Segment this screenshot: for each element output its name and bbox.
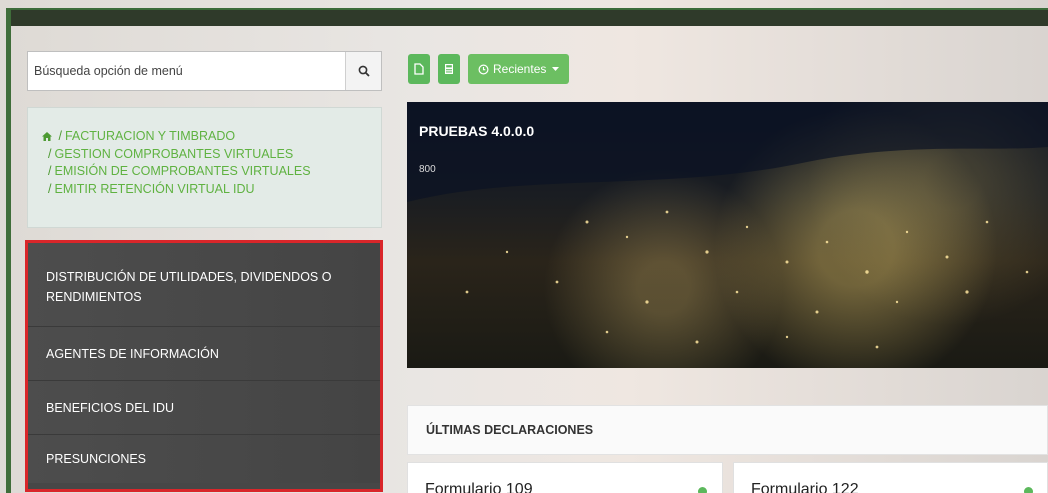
search-icon [358,65,370,77]
status-dot-icon [1024,487,1033,493]
top-nav-bar [8,8,1048,26]
menu-search-input[interactable] [28,52,345,90]
document-icon [414,63,424,75]
search-button[interactable] [345,52,381,90]
form-card-109[interactable]: Formulario 109 [407,462,723,493]
menu-item-label: PRESUNCIONES [46,452,147,466]
menu-item-distribucion[interactable]: DISTRIBUCIÓN DE UTILIDADES, DIVIDENDOS O… [28,243,380,327]
hero-banner: PRUEBAS 4.0.0.0 800 [407,102,1048,368]
menu-item-label: AGENTES DE INFORMACIÓN [46,347,219,361]
clock-icon [478,63,489,75]
menu-item-label: DISTRIBUCIÓN DE UTILIDADES, DIVIDENDOS O [46,270,332,284]
city-lights-image [407,102,1048,349]
window-left-edge [6,8,11,493]
menu-search [27,51,382,91]
form-card-title: Formulario 109 [425,481,533,493]
breadcrumb-item-emision[interactable]: / EMISIÓN DE COMPROBANTES VIRTUALES [42,163,369,181]
breadcrumb-item-facturacion[interactable]: / FACTURACION Y TIMBRADO [42,128,369,146]
app-frame: /FACTURACION Y TIMBRADO /GESTION COMPROB… [0,0,1048,493]
recents-dropdown-button[interactable]: Recientes [468,54,570,84]
breadcrumb-item-gestion[interactable]: / GESTION COMPROBANTES VIRTUALES [42,146,369,164]
breadcrumb-label: EMISIÓN DE COMPROBANTES VIRTUALES [54,164,311,178]
breadcrumb-item-emitir[interactable]: / EMITIR RETENCIÓN VIRTUAL IDU [42,181,369,199]
new-document-button[interactable] [408,54,430,84]
sidebar-menu: DISTRIBUCIÓN DE UTILIDADES, DIVIDENDOS O… [25,240,383,492]
menu-item-presunciones[interactable]: PRESUNCIONES [28,435,380,483]
recents-label: Recientes [493,62,547,76]
section-title: ÚLTIMAS DECLARACIONES [426,423,594,437]
menu-item-label: BENEFICIOS DEL IDU [46,401,175,415]
latest-declarations-header: ÚLTIMAS DECLARACIONES [407,405,1048,455]
home-icon[interactable] [42,129,55,143]
status-dot-icon [698,487,707,493]
calculator-button[interactable] [438,54,460,84]
breadcrumb-label: FACTURACION Y TIMBRADO [64,129,236,143]
breadcrumb-label: GESTION COMPROBANTES VIRTUALES [54,146,294,161]
form-card-122[interactable]: Formulario 122 [733,462,1048,493]
menu-item-beneficios[interactable]: BENEFICIOS DEL IDU [28,381,380,435]
caret-down-icon [552,67,560,71]
banner-subtitle: 800 [419,164,436,175]
menu-item-agentes[interactable]: AGENTES DE INFORMACIÓN [28,327,380,381]
breadcrumb: / FACTURACION Y TIMBRADO / GESTION COMPROB… [27,107,382,228]
form-card-title: Formulario 122 [751,481,859,493]
main-toolbar: Recientes [408,54,570,84]
calculator-icon [445,64,453,74]
menu-item-label: RENDIMIENTOS [46,290,142,304]
banner-title: PRUEBAS 4.0.0.0 [419,123,535,139]
breadcrumb-label: EMITIR RETENCIÓN VIRTUAL IDU [54,181,255,196]
